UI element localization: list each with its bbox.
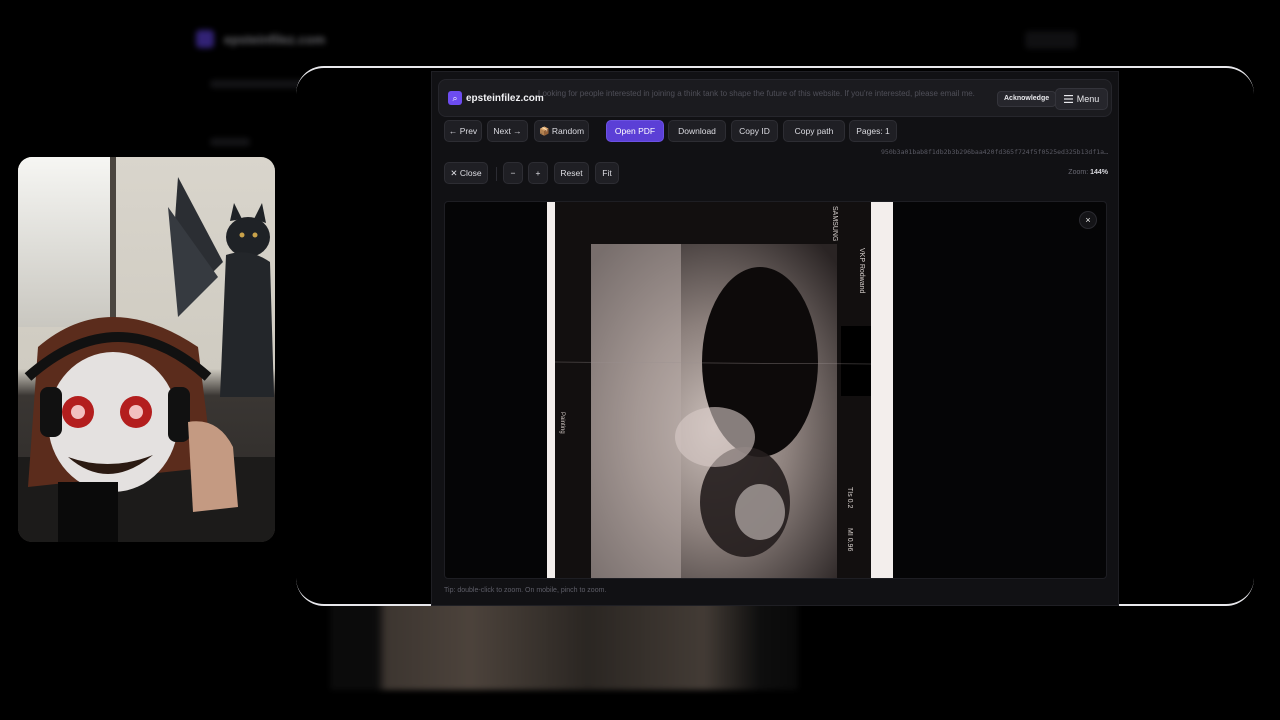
ultrasound-image: SAMSUNG VKP Rodwand TIs 0.2 MI 0.96 Pain… (554, 202, 877, 578)
open-pdf-button[interactable]: Open PDF (606, 120, 664, 142)
streamer-in-mask (18, 317, 275, 542)
ultrasound-scan-graphic (554, 202, 877, 578)
acknowledge-button[interactable]: Acknowledge (997, 91, 1057, 107)
background-brand: epsteinfilez.com (224, 32, 326, 47)
background-text-line (210, 138, 250, 146)
download-button[interactable]: Download (668, 120, 726, 142)
site-brand[interactable]: epsteinfilez.com (466, 93, 544, 104)
scan-label-mi: MI 0.96 (846, 528, 853, 552)
background-nav-button (1025, 31, 1077, 49)
zoom-readout: Zoom: 144% (992, 169, 1108, 176)
notice-banner: Looking for people interested in joining… (538, 89, 975, 98)
zoom-label: Zoom: (1068, 169, 1091, 176)
zoom-in-button[interactable]: + (528, 162, 548, 184)
document-viewer[interactable]: SAMSUNG VKP Rodwand TIs 0.2 MI 0.96 Pain… (444, 201, 1107, 579)
zoom-value: 144% (1090, 169, 1108, 176)
prev-button[interactable]: ← Prev (444, 120, 482, 142)
scan-label-probe: VKP Rodwand (858, 248, 865, 294)
reset-zoom-button[interactable]: Reset (554, 162, 589, 184)
hamburger-icon (1063, 94, 1073, 103)
background-logo-icon (196, 30, 214, 48)
search-icon[interactable]: ⌕ (448, 91, 462, 105)
copy-id-button[interactable]: Copy ID (731, 120, 778, 142)
zoom-out-button[interactable]: − (503, 162, 523, 184)
background-image (330, 600, 798, 690)
close-button[interactable]: ✕ Close (444, 162, 488, 184)
menu-button[interactable]: Menu (1055, 88, 1108, 110)
document-page[interactable]: SAMSUNG VKP Rodwand TIs 0.2 MI 0.96 Pain… (547, 202, 893, 578)
zoom-tip: Tip: double-click to zoom. On mobile, pi… (444, 587, 607, 594)
random-button[interactable]: 📦 Random (534, 120, 589, 142)
divider (496, 167, 497, 181)
menu-label: Menu (1076, 94, 1100, 104)
file-viewer-modal: ⌕ epsteinfilez.com Looking for people in… (431, 71, 1119, 606)
webcam-window (18, 157, 116, 327)
scan-label-brand: SAMSUNG (831, 206, 838, 242)
next-button[interactable]: Next → (487, 120, 528, 142)
webcam-overlay (18, 157, 275, 542)
scan-label-side: Painting (559, 412, 565, 434)
close-icon[interactable]: × (1079, 211, 1097, 229)
copy-path-button[interactable]: Copy path (783, 120, 845, 142)
fit-button[interactable]: Fit (595, 162, 619, 184)
scan-label-tis: TIs 0.2 (846, 487, 853, 509)
file-hash[interactable]: 950b3a01bab8f1db2b3b296baa420fd365f724f5… (856, 148, 1108, 156)
pages-count: Pages: 1 (849, 120, 897, 142)
top-bar: ⌕ epsteinfilez.com Looking for people in… (438, 79, 1112, 117)
